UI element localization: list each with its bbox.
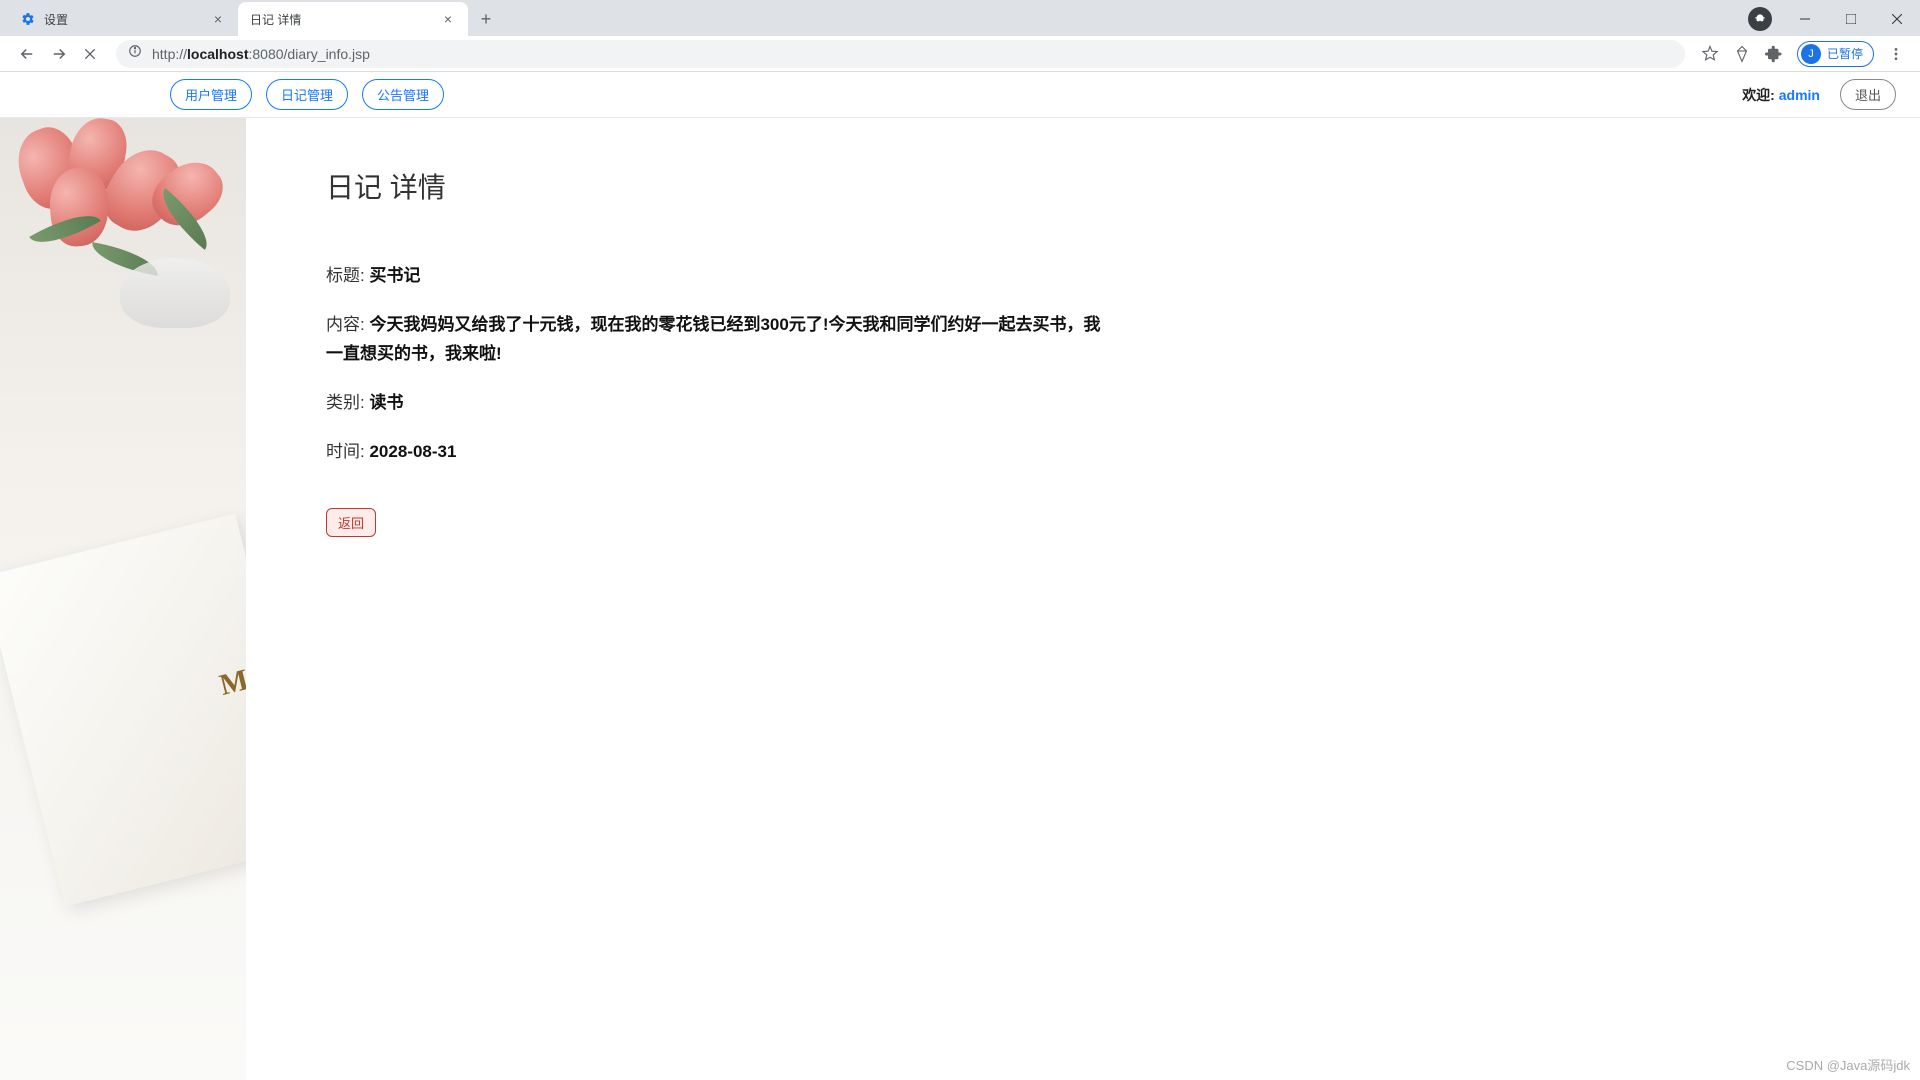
field-content: 内容: 今天我妈妈又给我了十元钱，现在我的零花钱已经到300元了!今天我和同学们… bbox=[326, 311, 1116, 369]
watermark: CSDN @Java源码jdk bbox=[1786, 1055, 1910, 1074]
nav-diary-mgmt[interactable]: 日记管理 bbox=[266, 79, 348, 110]
forward-button[interactable] bbox=[50, 45, 68, 63]
content-wrap: M 日记 详情 标题: 买书记 内容: 今天我妈妈又给我了十元钱，现在我的零花钱… bbox=[0, 118, 1920, 1080]
window-controls bbox=[1748, 2, 1920, 36]
gear-icon bbox=[20, 11, 36, 27]
page-title: 日记 详情 bbox=[326, 166, 1116, 206]
profile-badge[interactable]: J 已暂停 bbox=[1797, 41, 1874, 67]
url-input[interactable]: http://localhost:8080/diary_info.jsp bbox=[116, 40, 1685, 68]
extension-diamond-icon[interactable] bbox=[1733, 45, 1751, 63]
minimize-button[interactable] bbox=[1782, 4, 1828, 34]
menu-icon[interactable] bbox=[1888, 46, 1904, 62]
welcome-user: admin bbox=[1779, 87, 1820, 103]
back-button[interactable]: 返回 bbox=[326, 508, 376, 537]
field-time: 时间: 2028-08-31 bbox=[326, 438, 1116, 467]
close-window-button[interactable] bbox=[1874, 4, 1920, 34]
tab-bar: 设置 × 日记 详情 × + bbox=[0, 0, 1920, 36]
nav-buttons: 用户管理 日记管理 公告管理 bbox=[170, 79, 444, 110]
url-text: http://localhost:8080/diary_info.jsp bbox=[152, 46, 370, 62]
welcome-label: 欢迎: bbox=[1742, 87, 1775, 103]
browser-chrome: 设置 × 日记 详情 × + http://localhost:8080/dia… bbox=[0, 0, 1920, 72]
tab-diary-detail[interactable]: 日记 详情 × bbox=[238, 2, 468, 36]
incognito-icon bbox=[1748, 7, 1772, 31]
tab-title: 日记 详情 bbox=[250, 11, 440, 28]
new-tab-button[interactable]: + bbox=[472, 5, 500, 33]
site-info-icon[interactable] bbox=[128, 44, 142, 63]
content-value: 今天我妈妈又给我了十元钱，现在我的零花钱已经到300元了!今天我和同学们约好一起… bbox=[326, 315, 1101, 363]
profile-badge-label: 已暂停 bbox=[1827, 45, 1863, 62]
page: 用户管理 日记管理 公告管理 欢迎: admin 退出 bbox=[0, 72, 1920, 1080]
avatar-icon: J bbox=[1801, 44, 1821, 64]
title-value: 买书记 bbox=[369, 266, 420, 285]
stop-reload-button[interactable] bbox=[82, 46, 98, 62]
category-value: 读书 bbox=[369, 393, 403, 412]
category-label: 类别: bbox=[326, 393, 365, 412]
close-icon[interactable]: × bbox=[440, 11, 456, 27]
title-label: 标题: bbox=[326, 266, 365, 285]
close-icon[interactable]: × bbox=[210, 11, 226, 27]
logout-button[interactable]: 退出 bbox=[1840, 79, 1896, 110]
main-panel: 日记 详情 标题: 买书记 内容: 今天我妈妈又给我了十元钱，现在我的零花钱已经… bbox=[246, 118, 1196, 1080]
bookmark-icon[interactable] bbox=[1701, 45, 1719, 63]
tab-settings[interactable]: 设置 × bbox=[8, 2, 238, 36]
field-category: 类别: 读书 bbox=[326, 389, 1116, 418]
tab-title: 设置 bbox=[44, 11, 210, 28]
field-title: 标题: 买书记 bbox=[326, 262, 1116, 291]
time-value: 2028-08-31 bbox=[369, 442, 456, 461]
time-label: 时间: bbox=[326, 442, 365, 461]
content-label: 内容: bbox=[326, 315, 365, 334]
back-button[interactable] bbox=[18, 45, 36, 63]
extensions-icon[interactable] bbox=[1765, 45, 1783, 63]
address-bar: http://localhost:8080/diary_info.jsp J 已… bbox=[0, 36, 1920, 72]
nav-notice-mgmt[interactable]: 公告管理 bbox=[362, 79, 444, 110]
topbar: 用户管理 日记管理 公告管理 欢迎: admin 退出 bbox=[0, 72, 1920, 118]
topbar-right: 欢迎: admin 退出 bbox=[1742, 79, 1896, 110]
side-decorative-image: M bbox=[0, 118, 246, 1080]
nav-user-mgmt[interactable]: 用户管理 bbox=[170, 79, 252, 110]
maximize-button[interactable] bbox=[1828, 4, 1874, 34]
